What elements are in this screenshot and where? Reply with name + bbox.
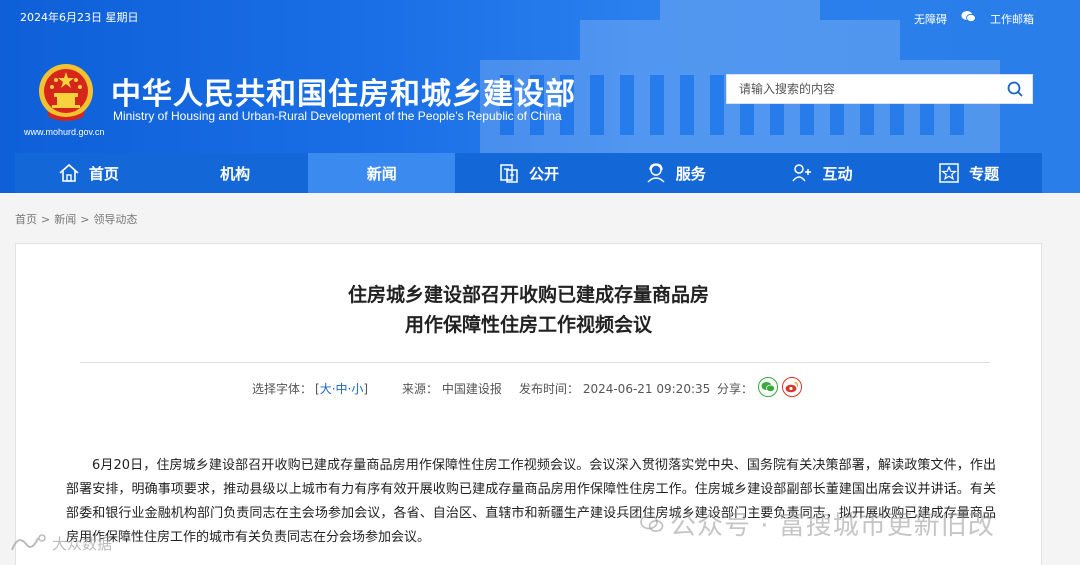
wechat-watermark-icon <box>640 514 664 532</box>
site-title-en: Ministry of Housing and Urban-Rural Deve… <box>113 109 562 123</box>
watermark-left: 大众数据 <box>8 530 112 556</box>
current-date: 2024年6月23日 星期日 <box>20 11 139 24</box>
share-label: 分享： <box>717 382 754 396</box>
watermark-left-text: 大众数据 <box>52 534 113 553</box>
nav-label: 新闻 <box>366 164 397 183</box>
document-icon <box>500 164 518 183</box>
article-source: 来源： 中国建设报 <box>402 382 502 396</box>
nav-label: 机构 <box>220 164 251 183</box>
watermark-right: 公众号 · 富搜城市更新旧改 <box>640 505 995 542</box>
main-nav: 首页 机构 新闻 公开 服务 互动 专题 <box>15 153 1042 193</box>
nav-item-public[interactable]: 公开 <box>455 153 602 193</box>
home-icon <box>59 163 79 182</box>
article-title-line1: 住房城乡建设部召开收购已建成存量商品房 <box>347 284 709 306</box>
breadcrumb-separator: > <box>80 213 90 226</box>
nav-item-interaction[interactable]: 互动 <box>749 153 896 193</box>
search-button[interactable] <box>998 75 1032 103</box>
site-title-cn: 中华人民共和国住房和城乡建设部 <box>111 77 576 112</box>
nav-label: 首页 <box>88 164 119 183</box>
topbar-links: 无障碍 工作邮箱 <box>914 10 1034 27</box>
accessibility-link[interactable]: 无障碍 <box>914 11 947 27</box>
watermark-logo-icon <box>11 534 46 551</box>
watermark-right-text: 公众号 · 富搜城市更新旧改 <box>670 511 995 541</box>
breadcrumb-current[interactable]: 领导动态 <box>93 213 137 226</box>
interaction-icon <box>792 164 812 182</box>
search-box <box>726 74 1033 104</box>
article-publish-time: 发布时间： 2024-06-21 09:20:35 <box>519 382 711 396</box>
service-icon <box>647 163 665 183</box>
breadcrumb-home[interactable]: 首页 <box>15 213 37 226</box>
weibo-share-icon[interactable] <box>782 377 802 397</box>
font-large-link[interactable]: 大 <box>320 382 332 396</box>
national-emblem-icon <box>39 64 93 121</box>
nav-item-service[interactable]: 服务 <box>602 153 749 193</box>
work-mail-link[interactable]: 工作邮箱 <box>990 11 1034 27</box>
font-size-options: [大·中·小] <box>315 380 368 397</box>
article-title-line2: 用作保障性住房工作视频会议 <box>404 314 652 336</box>
font-mid-link[interactable]: 中 <box>336 382 348 396</box>
nav-item-home[interactable]: 首页 <box>15 153 162 193</box>
site-url: www.mohurd.gov.cn <box>24 127 105 137</box>
star-icon <box>939 163 959 183</box>
search-input[interactable] <box>727 75 998 103</box>
breadcrumb-news[interactable]: 新闻 <box>54 213 76 226</box>
breadcrumb: 首页 > 新闻 > 领导动态 <box>15 211 137 227</box>
nav-label: 服务 <box>675 164 706 183</box>
wechat-share-icon[interactable] <box>758 377 778 397</box>
wechat-icon[interactable] <box>961 10 976 27</box>
nav-item-organization[interactable]: 机构 <box>162 153 309 193</box>
search-icon <box>1007 81 1023 97</box>
breadcrumb-separator: > <box>41 213 51 226</box>
bracket: ] <box>363 382 369 396</box>
font-size-label: 选择字体： <box>252 382 313 396</box>
nav-item-news[interactable]: 新闻 <box>308 153 456 193</box>
title-divider <box>80 362 990 363</box>
nav-label: 互动 <box>822 164 853 183</box>
nav-item-topics[interactable]: 专题 <box>895 153 1042 193</box>
font-small-link[interactable]: 小 <box>351 382 363 396</box>
site-header: 2024年6月23日 星期日 无障碍 工作邮箱 www.mohurd.gov.c… <box>0 0 1080 193</box>
nav-label: 公开 <box>529 164 560 183</box>
nav-label: 专题 <box>969 164 1000 183</box>
